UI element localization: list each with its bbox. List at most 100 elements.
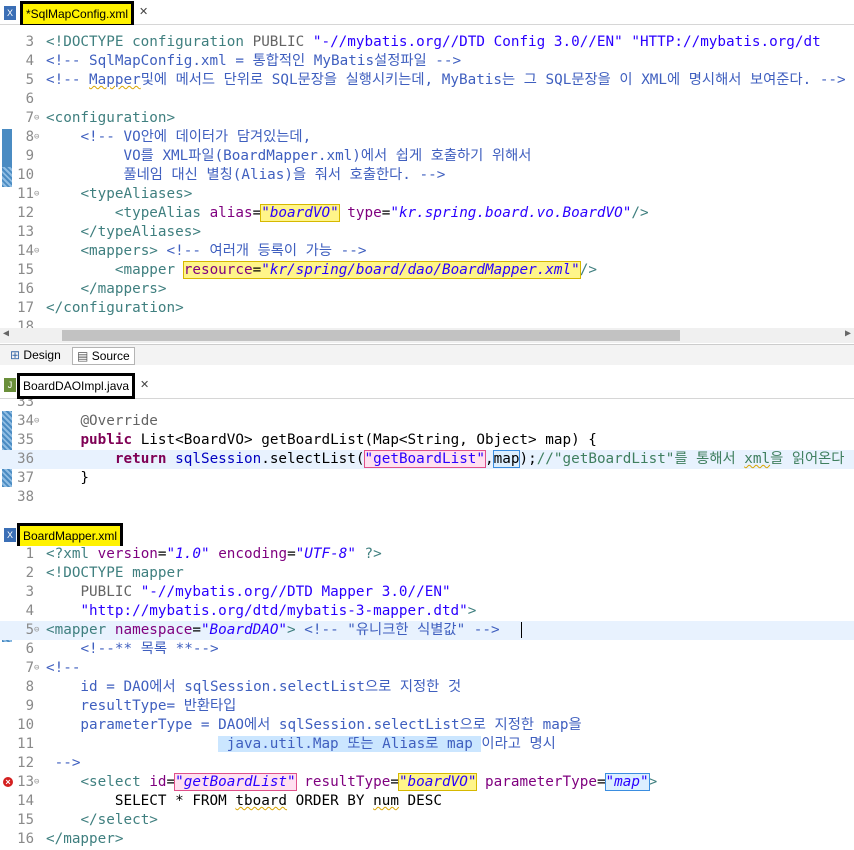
code-text: SELECT * FROM tboard ORDER BY num DESC <box>46 793 442 809</box>
editor-boarddaoimpl[interactable]: 33 34 ⊖ @Override 35 public List<BoardVO> g… <box>0 399 854 503</box>
code-line[interactable]: 18 <box>0 318 854 328</box>
code-text: <typeAlias alias="boardVO" type="kr.spri… <box>114 204 649 222</box>
code-line[interactable]: 12 --> <box>0 754 854 773</box>
tab-design[interactable]: ⊞ Design <box>6 347 65 363</box>
line-number: 4 <box>25 603 34 619</box>
source-icon: ▤ <box>77 349 89 363</box>
code-line[interactable]: 37 } <box>0 469 854 488</box>
line-number: 37 <box>17 470 34 486</box>
code-line[interactable]: 8 id = DAO에서 sqlSession.selectList으로 지정한… <box>0 678 854 697</box>
code-text: parameterType = DAO에서 sqlSession.selectL… <box>46 717 582 733</box>
fold-toggle-icon[interactable]: ⊖ <box>34 242 44 261</box>
code-text: <?xml version="1.0" encoding="UTF-8" ?> <box>46 546 382 562</box>
code-line[interactable]: 3 <!DOCTYPE configuration PUBLIC "-//myba… <box>0 33 854 52</box>
line-number: 18 <box>17 319 34 328</box>
line-number: 5 <box>25 72 34 88</box>
code-line[interactable]: 1 <?xml version="1.0" encoding="UTF-8" ?> <box>0 546 854 564</box>
code-line[interactable]: 12 <typeAlias alias="boardVO" type="kr.s… <box>0 204 854 223</box>
code-line[interactable]: 11 java.util.Map 또는 Alias로 map 이라고 명시 <box>0 735 854 754</box>
fold-toggle-icon[interactable]: ⊖ <box>34 773 44 792</box>
code-line[interactable]: 7 ⊖ <configuration> <box>0 109 854 128</box>
line-number: 13 <box>17 774 34 790</box>
code-line[interactable]: 6 <!--** 목록 **--> <box>0 640 854 659</box>
code-line[interactable]: 9 VO를 XML파일(BoardMapper.xml)에서 쉽게 호출하기 위… <box>0 147 854 166</box>
code-line[interactable]: 6 <box>0 90 854 109</box>
code-line[interactable]: 8 ⊖ <!-- VO안에 데이터가 담겨있는데, <box>0 128 854 147</box>
code-line[interactable]: 15 </select> <box>0 811 854 830</box>
fold-toggle-icon[interactable]: ⊖ <box>34 185 44 204</box>
code-text: <configuration> <box>46 110 176 126</box>
code-line[interactable]: 15 <mapper resource="kr/spring/board/dao… <box>0 261 854 280</box>
fold-toggle-icon[interactable]: ⊖ <box>34 659 44 678</box>
code-text: return sqlSession.selectList("getBoardLi… <box>114 450 845 468</box>
close-icon[interactable]: ✕ <box>140 378 149 391</box>
line-number: 8 <box>25 679 34 695</box>
fold-toggle-icon[interactable]: ⊖ <box>34 109 44 128</box>
code-text: <mappers> <!-- 여러개 등록이 가능 --> <box>80 243 367 259</box>
code-line[interactable]: 5 ⊖ <mapper namespace="BoardDAO"> <!-- "유니… <box>0 621 854 640</box>
line-number: 35 <box>17 432 34 448</box>
code-text: <select id="getBoardList" resultType="bo… <box>80 773 658 791</box>
code-line[interactable]: 10 풀네임 대신 별칭(Alias)을 줘서 호출한다. --> <box>0 166 854 185</box>
code-text: </mapper> <box>46 831 124 847</box>
code-line[interactable]: 16 </mappers> <box>0 280 854 299</box>
code-text: id = DAO에서 sqlSession.selectList으로 지정한 것 <box>46 679 462 695</box>
code-text: PUBLIC "-//mybatis.org//DTD Mapper 3.0//… <box>80 584 451 600</box>
code-line[interactable]: 9 resultType= 반환타입 <box>0 697 854 716</box>
line-number: 38 <box>17 489 34 503</box>
tab-sqlmapconfig[interactable]: *SqlMapConfig.xml <box>20 1 135 27</box>
code-line[interactable]: 13 ⊖ × <select id="getBoardList" resultTyp… <box>0 773 854 792</box>
line-number: 4 <box>25 53 34 69</box>
code-text: } <box>46 470 90 486</box>
code-text: <!--** 목록 **--> <box>80 641 219 657</box>
code-line[interactable]: 4 <!-- SqlMapConfig.xml = 통합적인 MyBatis설정파… <box>0 52 854 71</box>
code-line[interactable]: 36 return sqlSession.selectList("getBoar… <box>0 450 854 469</box>
line-number: 14 <box>17 243 34 259</box>
line-number: 6 <box>25 91 34 107</box>
code-line[interactable]: 7 ⊖ <!-- <box>0 659 854 678</box>
code-line[interactable]: 34 ⊖ @Override <box>0 412 854 431</box>
java-file-icon: J <box>4 378 16 392</box>
code-line[interactable]: 10 parameterType = DAO에서 sqlSession.sele… <box>0 716 854 735</box>
code-line[interactable]: 33 <box>0 399 854 412</box>
code-line[interactable]: 35 public List<BoardVO> getBoardList(Map… <box>0 431 854 450</box>
code-text: --> <box>46 755 81 771</box>
fold-toggle-icon[interactable]: ⊖ <box>34 412 44 431</box>
line-number: 9 <box>25 148 34 164</box>
text-caret <box>521 622 522 638</box>
code-line[interactable]: 13 </typeAliases> <box>0 223 854 242</box>
fold-toggle-icon[interactable]: ⊖ <box>34 621 44 640</box>
scroll-left-icon[interactable]: ◀ <box>3 328 9 339</box>
line-number: 1 <box>25 546 34 562</box>
line-number: 14 <box>17 793 34 809</box>
code-line[interactable]: 2 <!DOCTYPE mapper <box>0 564 854 583</box>
close-icon[interactable]: ✕ <box>139 5 148 18</box>
editor-sqlmapconfig[interactable]: 3 <!DOCTYPE configuration PUBLIC "-//myba… <box>0 25 854 328</box>
line-number: 7 <box>25 110 34 126</box>
code-text: <!-- <box>46 660 81 676</box>
error-icon[interactable]: × <box>3 777 13 787</box>
code-text: <!DOCTYPE mapper <box>46 565 184 581</box>
code-line[interactable]: 3 PUBLIC "-//mybatis.org//DTD Mapper 3.0… <box>0 583 854 602</box>
line-number: 2 <box>25 565 34 581</box>
code-line[interactable]: 5 <!-- Mapper및에 메서드 단위로 SQL문장을 실행시키는데, My… <box>0 71 854 90</box>
fold-toggle-icon[interactable]: ⊖ <box>34 128 44 147</box>
code-line[interactable]: 11 ⊖ <typeAliases> <box>0 185 854 204</box>
code-line[interactable]: 14 SELECT * FROM tboard ORDER BY num DES… <box>0 792 854 811</box>
horizontal-scrollbar[interactable]: ◀ ▶ <box>0 328 854 343</box>
code-line[interactable]: 38 <box>0 488 854 503</box>
scroll-right-icon[interactable]: ▶ <box>845 328 851 339</box>
line-number: 16 <box>17 831 34 847</box>
code-text: public List<BoardVO> getBoardList(Map<St… <box>80 432 597 448</box>
code-line[interactable]: 14 ⊖ <mappers> <!-- 여러개 등록이 가능 --> <box>0 242 854 261</box>
code-line[interactable]: 17 </configuration> <box>0 299 854 318</box>
scrollbar-thumb[interactable] <box>62 330 680 341</box>
editor-boardmapper[interactable]: 1 <?xml version="1.0" encoding="UTF-8" ?>… <box>0 546 854 850</box>
code-text: <typeAliases> <box>80 186 193 202</box>
code-text: <mapper resource="kr/spring/board/dao/Bo… <box>114 261 597 279</box>
code-line[interactable]: 16 </mapper> <box>0 830 854 849</box>
tab-source[interactable]: ▤ Source <box>72 347 135 365</box>
code-text: resultType= 반환타입 <box>46 698 237 714</box>
tab-boarddaoimpl[interactable]: BoardDAOImpl.java <box>17 373 136 399</box>
code-line[interactable]: 4 "http://mybatis.org/dtd/mybatis-3-mapp… <box>0 602 854 621</box>
